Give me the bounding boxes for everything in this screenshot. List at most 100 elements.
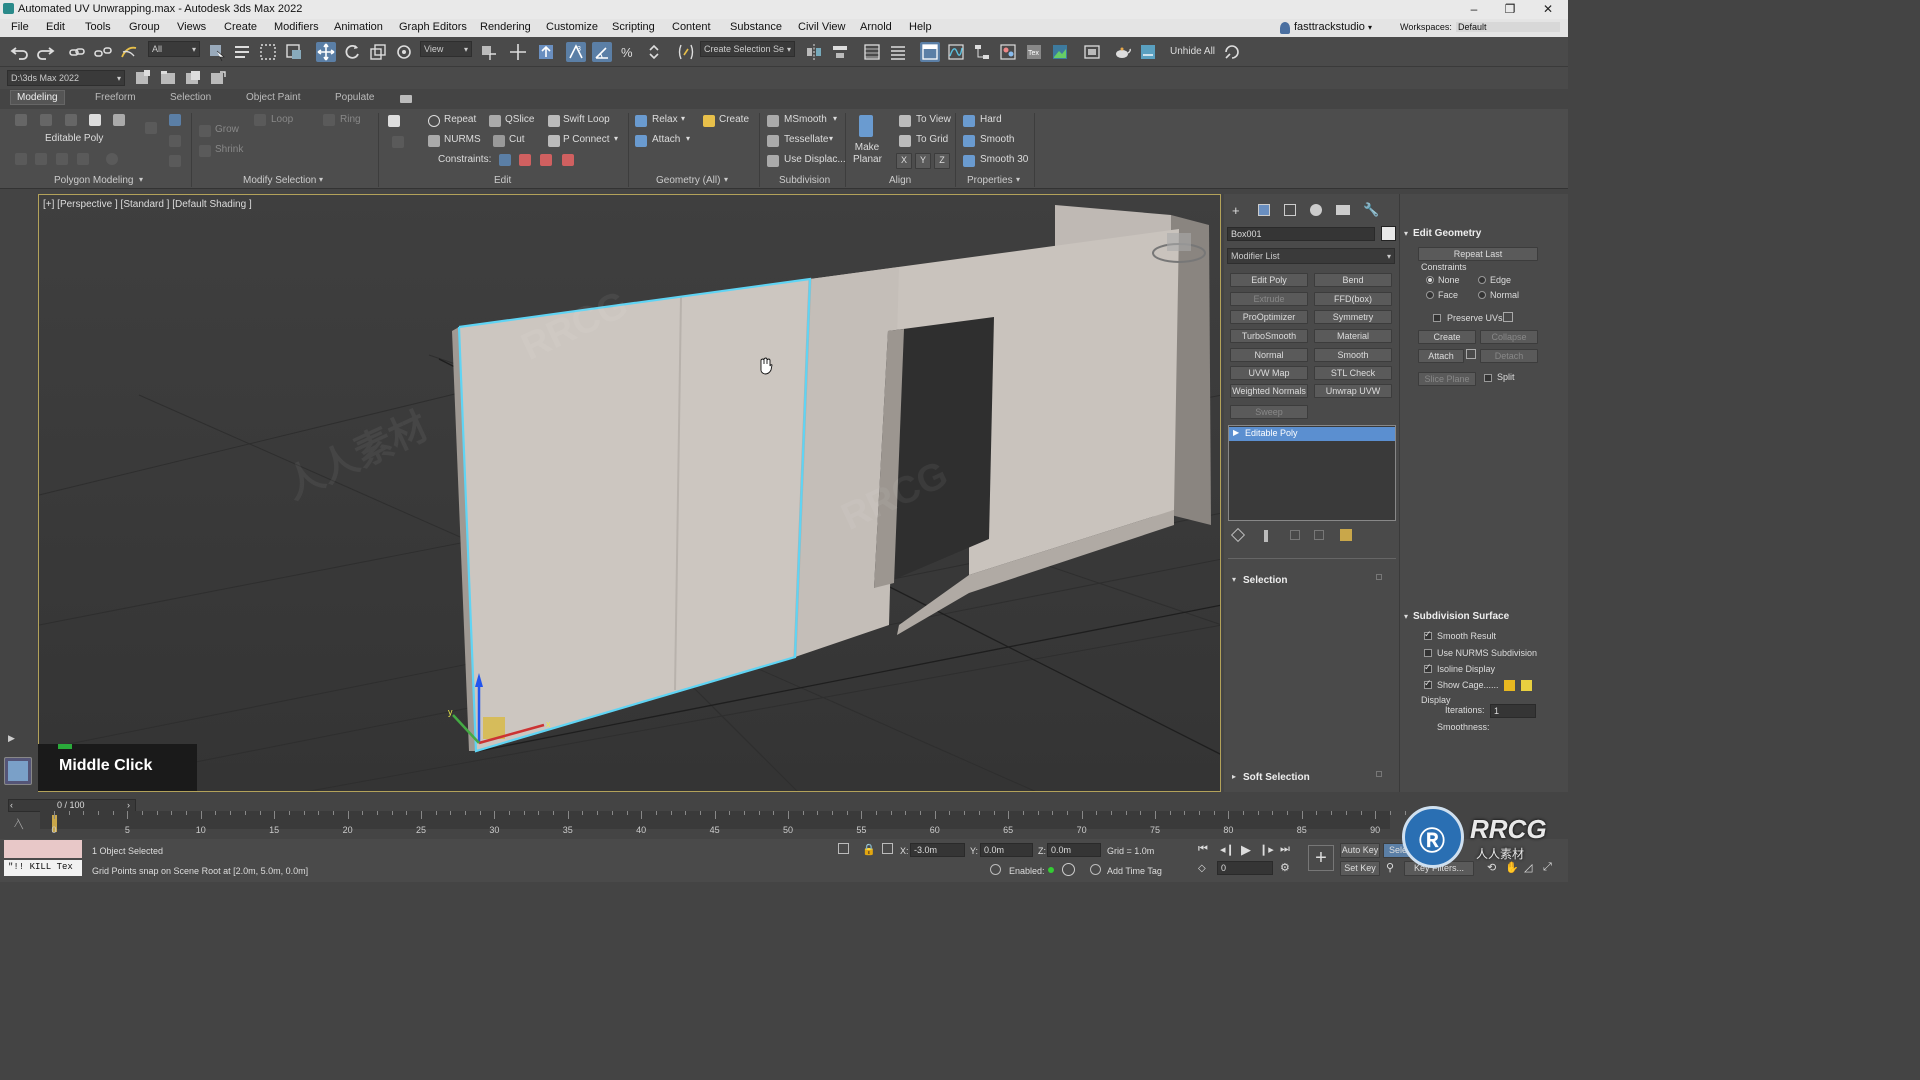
- msmooth-icon[interactable]: [767, 115, 779, 127]
- redo-icon[interactable]: [35, 42, 55, 62]
- named-selection-set-dropdown[interactable]: Create Selection Se: [700, 41, 795, 57]
- y-coordinate-field[interactable]: 0.0m: [980, 843, 1033, 857]
- spinner-snap-icon[interactable]: [644, 42, 664, 62]
- menu-file[interactable]: File: [11, 21, 29, 33]
- material-editor-icon[interactable]: [998, 42, 1018, 62]
- user-account-menu[interactable]: fasttrackstudio: [1294, 21, 1365, 33]
- preserve-uvs-ribbon-icon[interactable]: [35, 153, 47, 165]
- workspace-dropdown[interactable]: Default: [1456, 22, 1560, 32]
- edge-mode-icon[interactable]: [40, 114, 52, 126]
- modifier-unwrap-uvw-button[interactable]: Unwrap UVW: [1314, 384, 1392, 398]
- iterations-spinner[interactable]: 1: [1490, 704, 1536, 718]
- scene-explorer-icon[interactable]: [862, 42, 882, 62]
- x-coordinate-field[interactable]: -3.0m: [910, 843, 965, 857]
- previous-frame-icon[interactable]: ◂❙: [1220, 843, 1235, 856]
- menu-views[interactable]: Views: [177, 21, 206, 33]
- constraint-normal-icon[interactable]: [562, 154, 574, 166]
- select-object-icon[interactable]: [207, 42, 227, 62]
- nurms-button[interactable]: NURMS: [444, 134, 481, 145]
- tab-object-paint[interactable]: Object Paint: [246, 92, 300, 103]
- attach-icon[interactable]: [635, 135, 647, 147]
- modifier-weighted-normals-button[interactable]: Weighted Normals: [1230, 384, 1308, 398]
- shrink-icon[interactable]: [199, 145, 211, 157]
- layer-explorer-icon[interactable]: [888, 42, 908, 62]
- constraint-face-radio[interactable]: [1426, 291, 1434, 299]
- align-y-button[interactable]: Y: [915, 153, 931, 169]
- preserve-uvs-settings-icon[interactable]: [1503, 312, 1513, 322]
- pivot-center-icon[interactable]: [478, 42, 498, 62]
- modifier-prooptimizer-button[interactable]: ProOptimizer: [1230, 310, 1308, 324]
- schematic-view-icon[interactable]: [972, 42, 992, 62]
- tab-populate[interactable]: Populate: [335, 92, 374, 103]
- group-edit[interactable]: Edit: [494, 175, 511, 186]
- show-end-result-icon[interactable]: [106, 153, 118, 165]
- time-configuration-icon[interactable]: ⚙: [1280, 861, 1290, 874]
- grow-button[interactable]: Grow: [215, 124, 239, 135]
- p-connect-icon[interactable]: [548, 135, 560, 147]
- repeat-icon[interactable]: [428, 115, 440, 127]
- smooth-result-checkbox[interactable]: [1424, 629, 1432, 640]
- project-settings-icon[interactable]: [183, 68, 203, 88]
- ring-button[interactable]: Ring: [340, 114, 361, 125]
- smooth-30-button[interactable]: Smooth 30: [980, 154, 1028, 165]
- collapse-button[interactable]: Collapse: [1480, 330, 1538, 344]
- modifier-list-dropdown[interactable]: Modifier List: [1227, 248, 1395, 264]
- modifier-uvw-map-button[interactable]: UVW Map: [1230, 366, 1308, 380]
- loop-button[interactable]: Loop: [271, 114, 293, 125]
- modifier-stl-check-button[interactable]: STL Check: [1314, 366, 1392, 380]
- next-frame-icon[interactable]: ❙▸: [1259, 843, 1274, 856]
- show-cage-checkbox[interactable]: [1424, 678, 1432, 689]
- snaps-toggle-icon[interactable]: 3: [566, 42, 586, 62]
- undo-icon[interactable]: [10, 42, 30, 62]
- add-time-tag-label[interactable]: Add Time Tag: [1107, 866, 1162, 876]
- select-and-rotate-icon[interactable]: [342, 42, 362, 62]
- modifier-normal-button[interactable]: Normal: [1230, 348, 1308, 362]
- modify-tab-icon[interactable]: [1258, 204, 1270, 216]
- prev-frame-icon[interactable]: ‹: [10, 800, 13, 810]
- modifier-symmetry-button[interactable]: Symmetry: [1314, 310, 1392, 324]
- smooth-icon[interactable]: [963, 135, 975, 147]
- minimize-button[interactable]: –: [1460, 1, 1488, 17]
- create-icon[interactable]: [703, 115, 715, 127]
- select-and-scale-icon[interactable]: [368, 42, 388, 62]
- menu-animation[interactable]: Animation: [334, 21, 383, 33]
- play-icon[interactable]: ▶: [1241, 842, 1251, 858]
- tweak-icon[interactable]: [392, 136, 404, 148]
- vertex-mode-icon[interactable]: [15, 114, 27, 126]
- collapse-stack-icon[interactable]: [77, 153, 89, 165]
- qslice-button[interactable]: QSlice: [505, 114, 534, 125]
- to-grid-icon[interactable]: [899, 135, 911, 147]
- object-color-swatch[interactable]: [1381, 226, 1396, 241]
- render-setup-icon[interactable]: Tex: [1024, 42, 1044, 62]
- viewport-layout-icon[interactable]: [4, 757, 32, 785]
- attach-button[interactable]: Attach: [1418, 349, 1464, 363]
- orbit-icon[interactable]: ⟲: [1487, 861, 1496, 874]
- nurms-icon[interactable]: [428, 135, 440, 147]
- modifier-turbosmooth-button[interactable]: TurboSmooth: [1230, 329, 1308, 343]
- lock-icon[interactable]: 🔒: [862, 843, 876, 856]
- tessellate-button[interactable]: Tessellate: [784, 134, 828, 145]
- toggle-command-mode-icon[interactable]: [15, 153, 27, 165]
- project-folder-icon[interactable]: [158, 68, 178, 88]
- menu-arnold[interactable]: Arnold: [860, 21, 892, 33]
- swift-loop-button[interactable]: Swift Loop: [563, 114, 610, 125]
- align-x-button[interactable]: X: [896, 153, 912, 169]
- repeat-last-button[interactable]: Repeat Last: [1418, 247, 1538, 261]
- window-crossing-icon[interactable]: [284, 42, 304, 62]
- to-grid-button[interactable]: To Grid: [916, 134, 948, 145]
- percent-snap-icon[interactable]: %: [618, 42, 638, 62]
- constraint-none-icon[interactable]: [499, 154, 511, 166]
- loop-icon[interactable]: [254, 114, 266, 126]
- create-button[interactable]: Create: [719, 114, 749, 125]
- render-production-icon[interactable]: [1082, 42, 1102, 62]
- modifier-smooth-button[interactable]: Smooth: [1314, 348, 1392, 362]
- smooth-button[interactable]: Smooth: [980, 134, 1014, 145]
- rendered-frame-window-icon[interactable]: [1050, 42, 1070, 62]
- pin-stack-icon[interactable]: [1230, 527, 1246, 543]
- grow-icon[interactable]: [199, 125, 211, 137]
- slice-plane-button[interactable]: Slice Plane: [1418, 372, 1476, 386]
- bind-space-warp-icon[interactable]: [119, 42, 139, 62]
- shrink-button[interactable]: Shrink: [215, 144, 243, 155]
- group-subdivision[interactable]: Subdivision: [779, 175, 830, 186]
- show-end-result-icon[interactable]: [1264, 530, 1268, 542]
